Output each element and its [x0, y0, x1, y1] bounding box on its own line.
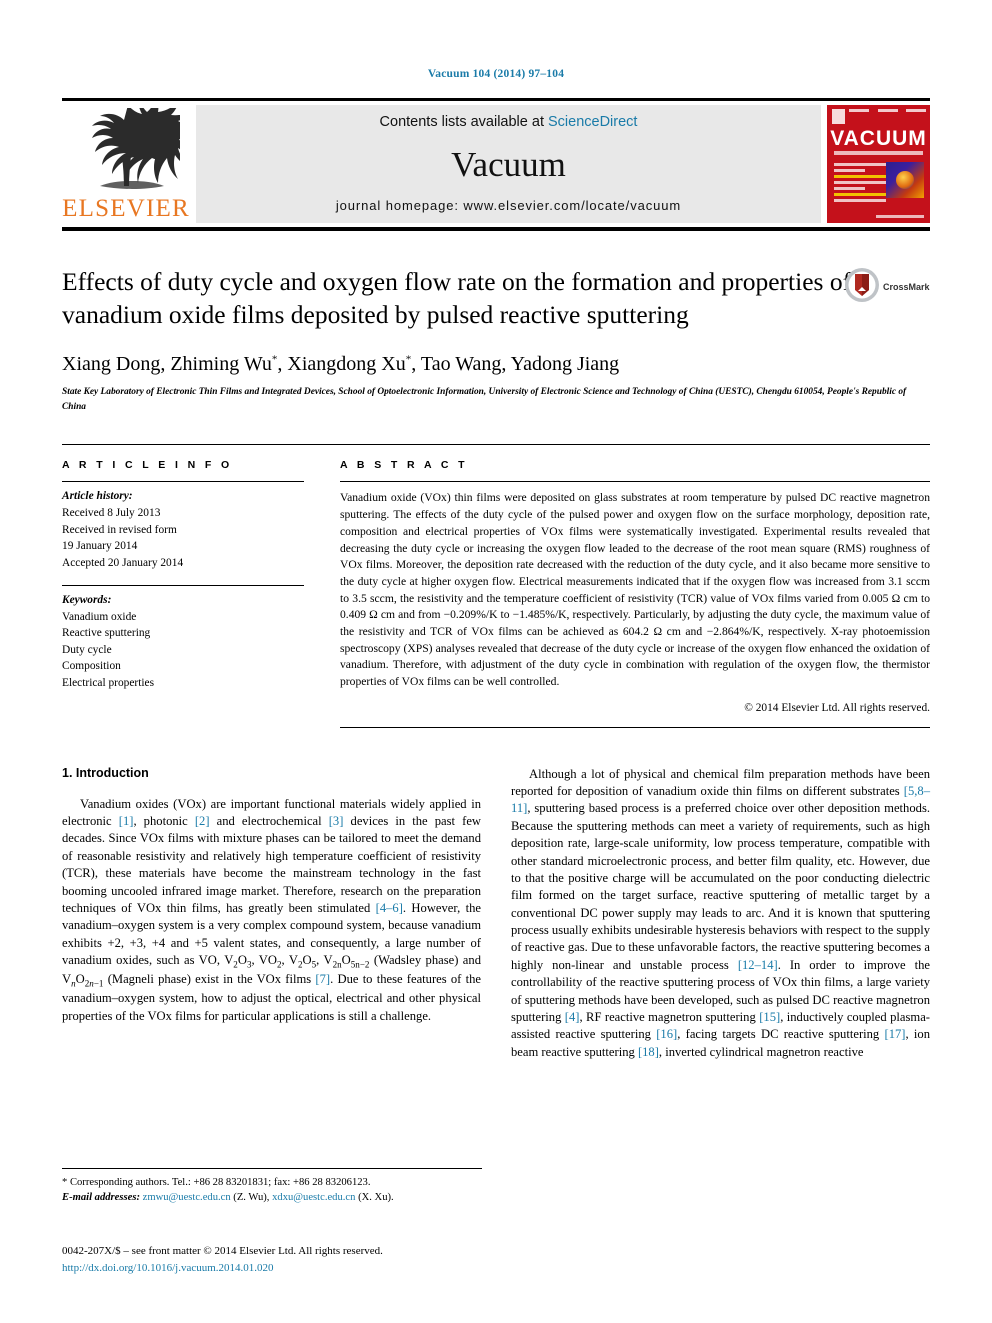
- author-list: Xiang Dong, Zhiming Wu*, Xiangdong Xu*, …: [62, 353, 620, 376]
- cover-artwork: [886, 162, 924, 198]
- body-column-left: 1. Introduction Vanadium oxides (VOx) ar…: [62, 766, 481, 1061]
- abstract-column: A B S T R A C T Vanadium oxide (VOx) thi…: [340, 445, 930, 728]
- history-item: Accepted 20 January 2014: [62, 556, 184, 569]
- cover-publisher-mark: [832, 109, 845, 124]
- abstract-text: Vanadium oxide (VOx) thin films were dep…: [340, 491, 930, 688]
- article-history-label: Article history:: [62, 490, 133, 503]
- sciencedirect-link[interactable]: ScienceDirect: [548, 114, 637, 130]
- page-footer: 0042-207X/$ – see front matter © 2014 El…: [62, 1243, 542, 1276]
- article-info-heading: A R T I C L E I N F O: [62, 459, 233, 472]
- journal-masthead: ELSEVIER Contents lists available at Sci…: [62, 98, 930, 231]
- contents-line: Contents lists available at ScienceDirec…: [380, 114, 638, 130]
- cover-subtitle-bar: [834, 151, 923, 155]
- doi-link[interactable]: http://dx.doi.org/10.1016/j.vacuum.2014.…: [62, 1260, 542, 1277]
- crossmark-label: CrossMark: [883, 282, 930, 292]
- section-heading-introduction: 1. Introduction: [62, 765, 149, 780]
- journal-homepage-link[interactable]: journal homepage: www.elsevier.com/locat…: [336, 198, 681, 213]
- email-addresses-note: E-mail addresses: zmwu@uestc.edu.cn (Z. …: [62, 1192, 394, 1204]
- running-head: Vacuum 104 (2014) 97–104: [427, 68, 565, 80]
- crossmark-badge[interactable]: CrossMark: [844, 267, 930, 307]
- keywords-label: Keywords:: [62, 594, 112, 607]
- journal-banner: Contents lists available at ScienceDirec…: [196, 105, 821, 223]
- paper-page: Vacuum 104 (2014) 97–104 ELSEVIER Conten…: [0, 0, 992, 1323]
- keyword-item: Vanadium oxide: [62, 610, 137, 623]
- corresponding-author-note: * Corresponding authors. Tel.: +86 28 83…: [62, 1177, 371, 1188]
- keyword-item: Composition: [62, 660, 121, 673]
- copyright-line: © 2014 Elsevier Ltd. All rights reserved…: [744, 701, 930, 714]
- elsevier-tree-icon: [72, 108, 180, 196]
- contents-prefix: Contents lists available at: [379, 114, 548, 130]
- title-block: Effects of duty cycle and oxygen flow ra…: [62, 265, 930, 414]
- abstract-heading: A B S T R A C T: [340, 459, 468, 472]
- elsevier-wordmark: ELSEVIER: [62, 195, 190, 222]
- history-item: 19 January 2014: [62, 540, 138, 553]
- journal-cover-thumbnail[interactable]: VACUUM: [827, 105, 930, 223]
- journal-title: Vacuum: [451, 144, 566, 184]
- article-info-column: A R T I C L E I N F O Article history: R…: [62, 445, 304, 727]
- abstract-rule-bottom: [340, 726, 930, 728]
- history-item: Received 8 July 2013: [62, 506, 161, 519]
- cover-footer-bar: [876, 215, 924, 218]
- cover-journal-title: VACUUM: [830, 127, 927, 150]
- crossmark-icon: [844, 267, 880, 308]
- footnote-area: * Corresponding authors. Tel.: +86 28 83…: [62, 1168, 482, 1205]
- keywords-block: Keywords: Vanadium oxide Reactive sputte…: [62, 586, 304, 691]
- intro-paragraph-left: Vanadium oxides (VOx) are important func…: [62, 796, 482, 1023]
- intro-paragraph-right: Although a lot of physical and chemical …: [511, 766, 931, 1059]
- body-columns: 1. Introduction Vanadium oxides (VOx) ar…: [62, 766, 930, 1061]
- keyword-item: Duty cycle: [62, 643, 112, 656]
- cover-editor-lines: [834, 163, 886, 205]
- affiliation: State Key Laboratory of Electronic Thin …: [62, 387, 907, 412]
- info-abstract-region: A R T I C L E I N F O Article history: R…: [62, 444, 930, 728]
- history-item: Received in revised form: [62, 523, 177, 536]
- article-history: Article history: Received 8 July 2013 Re…: [62, 482, 304, 571]
- page-title: Effects of duty cycle and oxygen flow ra…: [62, 267, 852, 330]
- keyword-item: Reactive sputtering: [62, 627, 151, 640]
- column-gap: [304, 445, 340, 727]
- issn-line: 0042-207X/$ – see front matter © 2014 El…: [62, 1245, 383, 1257]
- keyword-item: Electrical properties: [62, 676, 155, 689]
- cover-issue-line: [849, 109, 926, 118]
- elsevier-logo: ELSEVIER: [62, 105, 190, 223]
- body-column-right: Although a lot of physical and chemical …: [511, 766, 930, 1061]
